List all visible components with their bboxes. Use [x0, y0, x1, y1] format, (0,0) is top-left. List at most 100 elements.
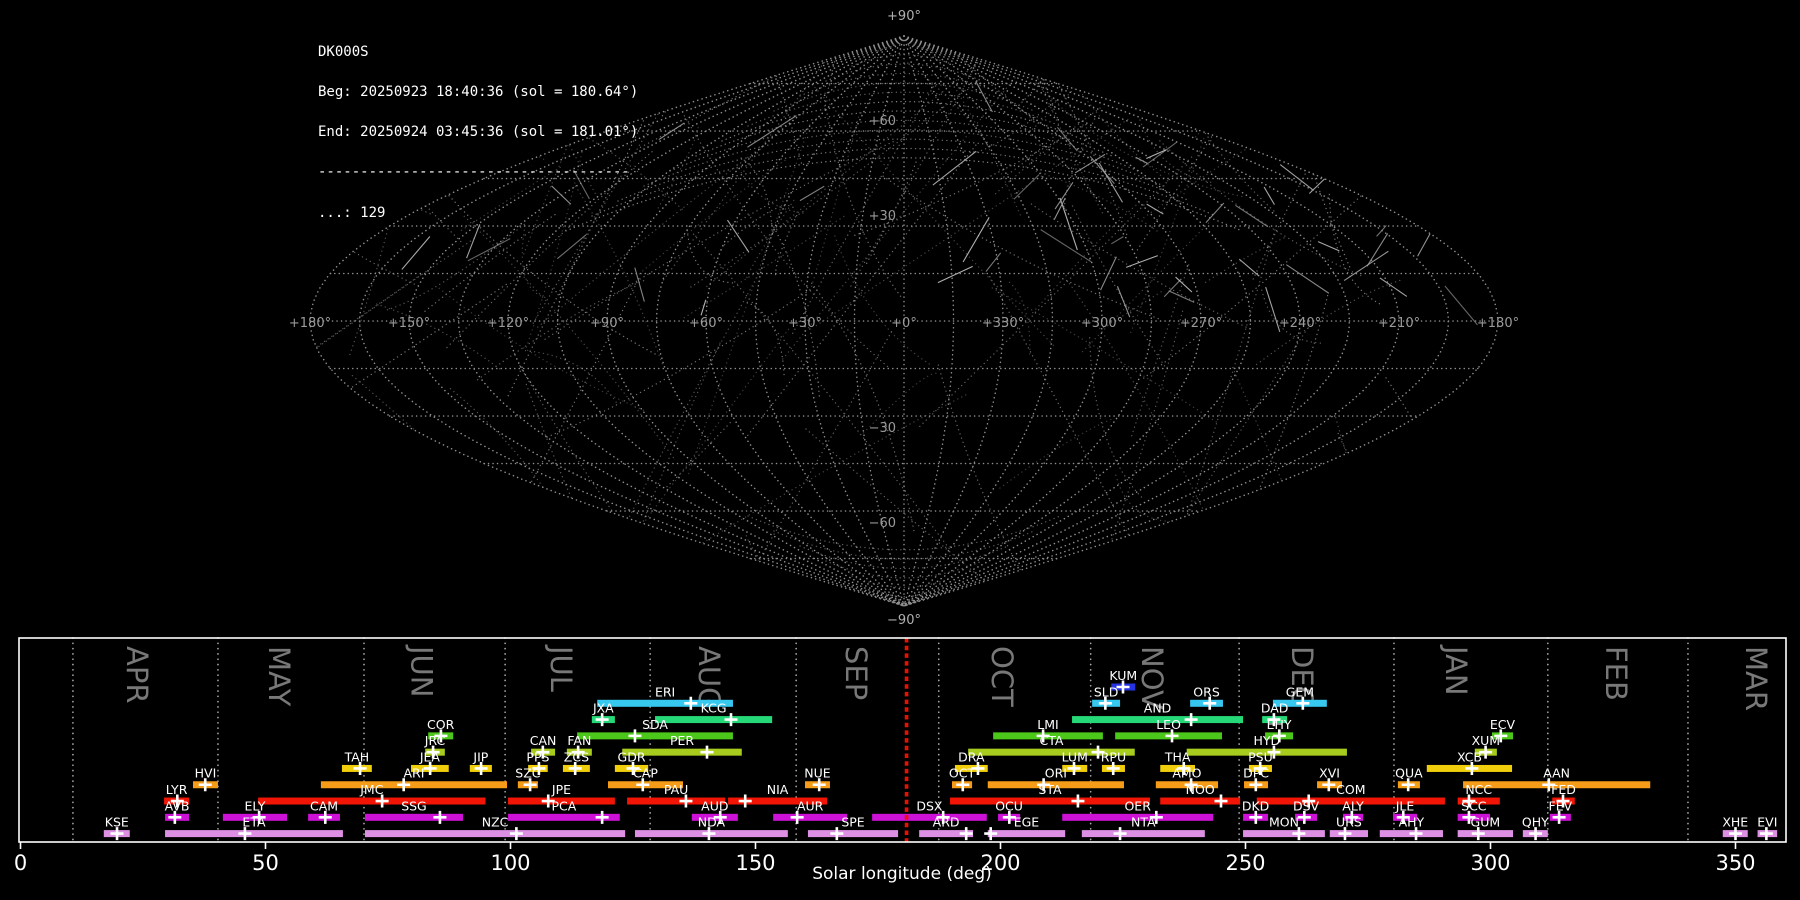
shower-code-label: THA — [1164, 749, 1191, 764]
shower-code-label: STA — [1038, 782, 1062, 797]
month-label-apr: APR — [120, 646, 154, 703]
shower-code-label: SZC — [515, 766, 540, 781]
shower-bar — [364, 813, 463, 821]
track-arc — [706, 61, 980, 288]
track-arc — [1035, 82, 1244, 198]
shower-code-label: ARD — [933, 815, 960, 830]
shower-qua: QUA — [1395, 766, 1423, 792]
shower-dpc: DPC — [1243, 766, 1269, 792]
shower-qhy: QHY — [1522, 815, 1549, 841]
meteor-segment — [1265, 286, 1281, 333]
shower-bar — [577, 732, 733, 740]
shower-code-label: AHY — [1399, 815, 1425, 830]
x-axis-title: Solar longitude (deg) — [812, 864, 992, 884]
meteor-segment — [1054, 181, 1074, 210]
month-label-jul: JUL — [544, 644, 578, 692]
shower-bar — [364, 830, 626, 838]
shower-code-label: SPE — [841, 815, 864, 830]
track-arc — [438, 287, 646, 412]
station-id: DK000S — [318, 43, 369, 60]
meteor-segment — [1238, 258, 1260, 277]
month-label-jun: JUN — [404, 644, 438, 697]
shower-code-label: ELY — [245, 798, 266, 813]
x-tick-label-0: 0 — [14, 851, 27, 875]
meteor-segment — [1168, 290, 1195, 303]
track-arc — [1328, 191, 1381, 305]
track-arc — [1335, 417, 1458, 606]
map-longitude-label: +300° — [1081, 316, 1123, 331]
track-arc — [1337, 432, 1447, 541]
month-label-jan: JAN — [1439, 644, 1473, 696]
meteor-segment — [962, 217, 990, 263]
shower-code-label: FEV — [1549, 798, 1573, 813]
shower-bar — [773, 813, 848, 821]
shower-tah: TAH — [341, 749, 372, 775]
map-pole-label-bottom: −90° — [887, 613, 921, 628]
shower-code-label: NOO — [1186, 782, 1215, 797]
x-tick-label-250: 250 — [1225, 851, 1265, 875]
x-tick-label-100: 100 — [490, 851, 530, 875]
track-arc — [850, 36, 1045, 287]
shower-nda: NDA — [634, 815, 788, 841]
shower-fev: FEV — [1549, 798, 1573, 824]
month-label-sep: SEP — [839, 646, 873, 700]
shower-code-label: ORI — [1045, 766, 1067, 781]
shower-code-label: ALY — [1342, 798, 1364, 813]
shower-code-label: OER — [1124, 798, 1151, 813]
track-arc — [918, 156, 1193, 428]
track-arc — [721, 204, 794, 248]
meteor-segment — [1279, 164, 1315, 191]
track-arc — [937, 364, 1072, 606]
track-arc — [813, 118, 1129, 328]
meteor-segment — [1366, 233, 1389, 267]
shower-code-label: SCC — [1461, 798, 1487, 813]
shower-oct: OCT — [949, 766, 976, 792]
shower-code-label: JRC — [424, 733, 446, 748]
meteor-segment — [1089, 156, 1115, 185]
shower-code-label: LEO — [1156, 717, 1181, 732]
shower-code-label: DRA — [958, 749, 985, 764]
header-separator: ------------------------------------- — [318, 164, 630, 181]
shower-bar — [1160, 797, 1241, 805]
track-arc — [620, 394, 967, 595]
shower-code-label: TAH — [344, 749, 370, 764]
map-latitude-label: −30 — [869, 421, 896, 436]
shower-bar — [1457, 830, 1514, 838]
track-arc — [1138, 116, 1212, 183]
shower-code-label: MON — [1269, 815, 1299, 830]
month-label-feb: FEB — [1599, 646, 1633, 701]
track-arc — [662, 36, 859, 281]
track-arc — [981, 36, 1058, 119]
shower-code-label: JPE — [551, 782, 571, 797]
shower-code-label: KCG — [701, 701, 727, 716]
pole-fan-arc — [591, 147, 1217, 217]
track-arc — [1032, 202, 1140, 314]
shower-bar — [987, 830, 1066, 838]
shower-ege: EGE — [984, 815, 1066, 841]
map-latitude-label: +60 — [869, 114, 896, 129]
shower-code-label: NUE — [804, 766, 830, 781]
x-tick-label-350: 350 — [1715, 851, 1755, 875]
meteor-segment — [1142, 141, 1177, 168]
track-arc — [519, 365, 692, 606]
shower-code-label: GUM — [1471, 815, 1501, 830]
peak-marker — [1184, 713, 1198, 727]
shower-code-label: PCA — [551, 798, 576, 813]
meteor-segment — [1417, 231, 1432, 257]
shower-code-label: EGE — [1014, 815, 1040, 830]
shower-code-label: ERI — [655, 684, 675, 699]
track-arc — [1028, 36, 1272, 133]
map-longitude-label: +60° — [689, 316, 723, 331]
track-arc — [310, 237, 475, 418]
meteor-segment — [1146, 203, 1164, 215]
observation-header: DK000S Beg: 20250923 18:40:36 (sol = 180… — [318, 19, 638, 247]
meteor-segment — [1125, 255, 1158, 268]
shower-code-label: AUR — [797, 798, 824, 813]
peak-marker — [700, 745, 714, 759]
track-arc — [782, 45, 1043, 360]
shower-jxa: JXA — [591, 701, 615, 727]
peak-marker — [1113, 827, 1127, 841]
peak-marker — [984, 827, 998, 841]
shower-hvi: HVI — [192, 766, 218, 792]
track-arc — [905, 61, 991, 147]
